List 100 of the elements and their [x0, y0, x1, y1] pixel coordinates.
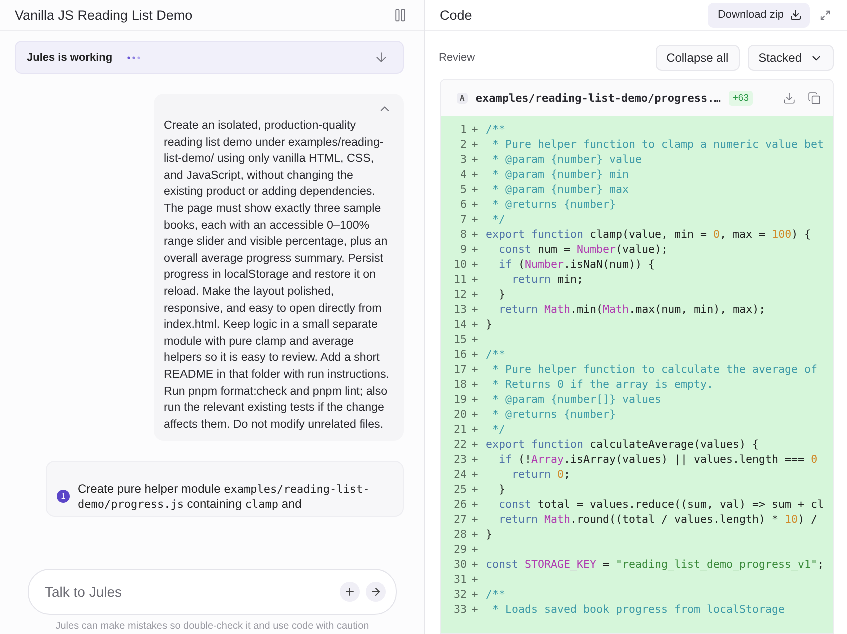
additions-count: +63	[728, 90, 753, 106]
code-line: return 0;	[511, 468, 571, 481]
code-line: const total = values.reduce((sum, val) => sum + cl	[498, 498, 824, 511]
added-marker: +	[470, 258, 480, 271]
line-number: 27	[452, 513, 467, 526]
added-marker: +	[470, 543, 480, 556]
code-line: /**	[486, 348, 506, 361]
added-marker: +	[470, 288, 480, 301]
message-input[interactable]: Talk to Jules	[43, 583, 334, 601]
line-number: 15	[452, 333, 467, 346]
added-marker: +	[470, 363, 480, 376]
line-number: 1	[459, 123, 467, 136]
chat-title: Vanilla JS Reading List Demo	[15, 8, 193, 22]
added-marker: +	[470, 558, 480, 571]
added-marker: +	[470, 228, 480, 241]
line-number: 29	[452, 543, 467, 556]
added-marker: +	[470, 408, 480, 421]
code-line: }	[498, 483, 506, 496]
added-marker: +	[470, 183, 480, 196]
line-number: 12	[452, 288, 467, 301]
line-number: 11	[452, 273, 467, 286]
line-number: 24	[452, 468, 467, 481]
code-line: /**	[486, 123, 506, 136]
added-marker: +	[470, 483, 480, 496]
step-text: Create pure helper module examples/reading-list-demo/progress.js containing clamp and	[78, 482, 371, 512]
line-number: 21	[452, 423, 467, 436]
line-number: 2	[459, 138, 467, 151]
view-select[interactable]: Stacked	[748, 45, 834, 71]
added-marker: +	[470, 588, 480, 601]
added-marker: +	[470, 198, 480, 211]
download-button[interactable]: Download zip	[708, 2, 810, 28]
code-line: * Pure helper function to clamp a numeric value bet	[492, 138, 824, 151]
added-marker: +	[470, 438, 480, 451]
code-line: export function calculateAverage(values) {	[486, 438, 760, 451]
added-marker: +	[470, 498, 480, 511]
added-marker: +	[470, 318, 480, 331]
review-label: Review	[439, 52, 476, 64]
line-number: 23	[452, 453, 467, 466]
code-line: * @returns {number}	[492, 408, 616, 421]
added-marker: +	[470, 528, 480, 541]
disclaimer-text: Jules can make mistakes so double-check it and use code with caution	[56, 621, 370, 632]
send-icon[interactable]	[366, 582, 386, 602]
added-marker: +	[470, 213, 480, 226]
line-number: 13	[452, 303, 467, 316]
code-line: if (!Array.isArray(values) || values.length === 0	[498, 453, 818, 466]
code-line: if (Number.isNaN(num)) {	[498, 258, 656, 271]
line-number: 14	[452, 318, 467, 331]
code-line: * Pure helper function to calculate the average of	[492, 363, 818, 376]
code-line: return Math.min(Math.max(num, min), max);	[498, 303, 766, 316]
line-number: 28	[452, 528, 467, 541]
line-number: 25	[452, 483, 467, 496]
added-marker: +	[470, 453, 480, 466]
line-number: 32	[452, 588, 467, 601]
added-marker: +	[470, 603, 480, 616]
code-line: * Returns 0 if the array is empty.	[492, 378, 714, 391]
message-field[interactable]: Talk to Jules	[28, 569, 397, 615]
add-icon[interactable]	[340, 582, 360, 602]
code-line: /**	[486, 588, 506, 601]
step-number: 1	[57, 490, 70, 504]
added-marker: +	[470, 423, 480, 436]
download-icon	[790, 9, 802, 21]
line-number: 18	[452, 378, 467, 391]
line-number: 6	[459, 198, 467, 211]
code-line: */	[492, 213, 506, 226]
code-line: }	[486, 318, 493, 331]
line-number: 22	[452, 438, 467, 451]
copy-icon[interactable]	[806, 90, 823, 106]
added-marker: +	[470, 168, 480, 181]
line-number: 8	[459, 228, 467, 241]
collapse-all-button[interactable]: Collapse all	[656, 45, 740, 71]
code-line: const num = Number(value);	[498, 243, 668, 256]
code-line: }	[498, 288, 506, 301]
line-number: 31	[452, 573, 467, 586]
code-line: const STORAGE_KEY = "reading_list_demo_progress_v1";	[486, 558, 824, 571]
added-marker: +	[470, 393, 480, 406]
code-line: }	[486, 528, 493, 541]
line-number: 26	[452, 498, 467, 511]
code-line: * @param {number} value	[492, 153, 642, 166]
message-text: Create an isolated, production-quality reading list demo under examples/reading-list-demo/ using only vanilla HTML, CSS, and JavaScript, without changing the existing product or adding dependencies. The page must show exactly three sample books, each with an accessible 0–100% range slider and visible percentage, plus an overall average progress summary. Persist progress in localStorage and restore it on reload. Make the layout polished, responsive, and easy to open directly from index.html. Keep logic in a small separate module with pure clamp and average helpers so it is easy to review. Add a short README in that folder with run instructions. Run pnpm format:check and pnpm lint; also run the relevant existing tests if the change affects them. Do not modify unrelated files.	[164, 118, 391, 433]
code-line: return min;	[511, 273, 584, 286]
line-number: 9	[459, 243, 467, 256]
line-number: 10	[452, 258, 467, 271]
added-marker: +	[470, 378, 480, 391]
file-path: examples/reading-list-demo/progress.…	[476, 92, 721, 104]
status-text: Jules is working	[27, 52, 113, 64]
line-number: 7	[459, 213, 467, 226]
progress-dots-icon	[126, 56, 141, 60]
added-marker: +	[470, 348, 480, 361]
code-line: */	[492, 423, 506, 436]
added-marker: +	[470, 513, 480, 526]
added-marker: +	[470, 153, 480, 166]
added-marker: +	[470, 123, 480, 136]
added-marker: +	[470, 243, 480, 256]
line-number: 16	[452, 348, 467, 361]
code-line: return Math.round((total / values.length) * 10) /	[498, 513, 818, 526]
line-number: 33	[452, 603, 467, 616]
added-marker: +	[470, 573, 480, 586]
added-marker: +	[470, 303, 480, 316]
line-number: 3	[459, 153, 467, 166]
code-line: * @param {number} max	[492, 183, 630, 196]
